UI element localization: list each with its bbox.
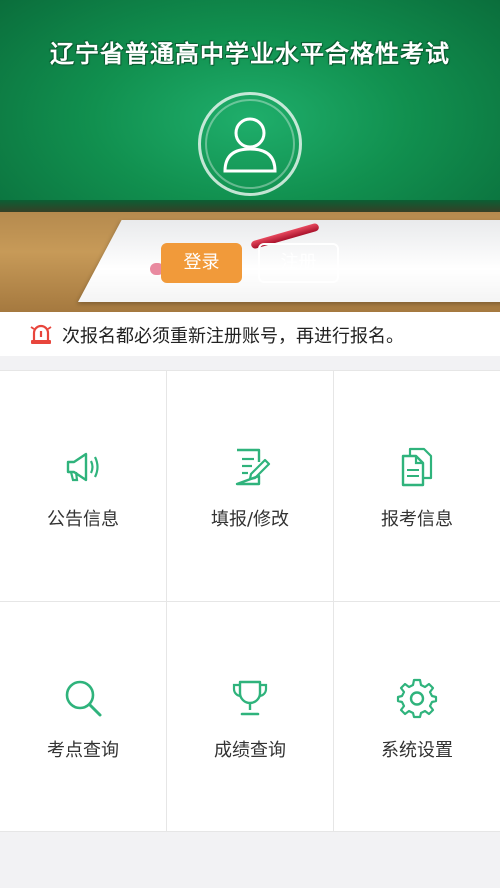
gear-icon [396, 678, 438, 719]
menu-item-label: 系统设置 [381, 740, 453, 761]
menu-item-registration-info[interactable]: 报考信息 [334, 371, 500, 601]
menu-item-label: 填报/修改 [210, 509, 290, 530]
megaphone-icon [66, 452, 99, 482]
search-icon [65, 680, 102, 717]
documents-icon [401, 447, 433, 487]
menu-item-label: 报考信息 [381, 509, 453, 530]
menu-item-label: 考点查询 [47, 740, 119, 761]
menu-item-score-query[interactable]: 成绩查询 [167, 602, 333, 832]
menu-item-exam-site-query[interactable]: 考点查询 [0, 602, 166, 832]
header-banner: 辽宁省普通高中学业水平合格性考试 登录 注册 [0, 0, 500, 312]
trophy-icon [232, 680, 268, 716]
notice-bar: 次报名都必须重新注册账号，再进行报名。 [0, 312, 500, 356]
login-button[interactable]: 登录 [161, 243, 242, 283]
menu-item-label: 公告信息 [47, 509, 119, 530]
menu-grid: 公告信息 填报/修改 报考信息 考点查询 成绩查询 系统设置 [0, 370, 500, 832]
menu-item-fill-edit[interactable]: 填报/修改 [167, 371, 333, 601]
alarm-siren-icon [30, 324, 52, 344]
app-title: 辽宁省普通高中学业水平合格性考试 [50, 40, 450, 68]
notice-text: 次报名都必须重新注册账号，再进行报名。 [62, 326, 404, 347]
register-button[interactable]: 注册 [258, 243, 339, 283]
menu-item-label: 成绩查询 [214, 740, 286, 761]
menu-item-announcements[interactable]: 公告信息 [0, 371, 166, 601]
menu-item-system-settings[interactable]: 系统设置 [334, 602, 500, 832]
user-avatar-icon[interactable] [198, 92, 302, 196]
edit-form-icon [235, 448, 271, 486]
